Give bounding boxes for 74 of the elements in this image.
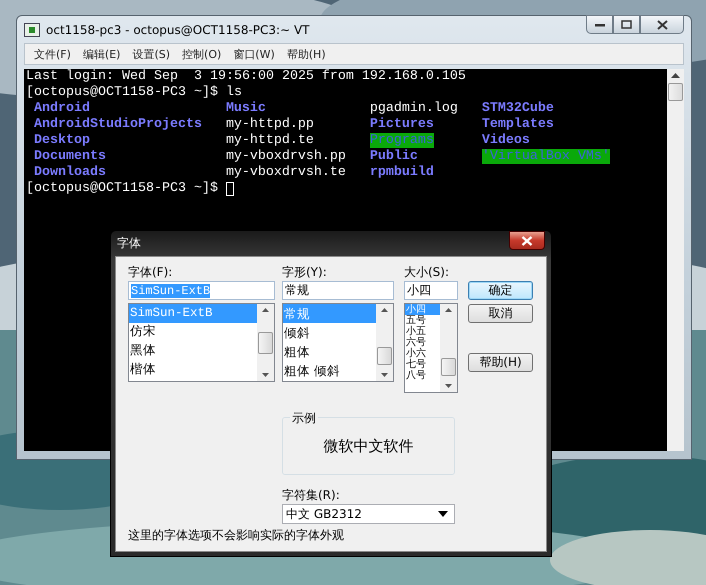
menu-item[interactable]: 设置(S)	[127, 46, 176, 62]
field-label: 字体(F):	[128, 264, 174, 280]
list-item[interactable]: 楷体	[129, 361, 257, 380]
scroll-thumb[interactable]	[377, 347, 392, 365]
list-item[interactable]: 粗体 倾斜	[283, 361, 376, 380]
list-item[interactable]: 八号	[405, 370, 440, 381]
list-item[interactable]: 小六	[405, 348, 440, 359]
file-entry: pgadmin.log	[370, 101, 458, 116]
file-entry: Public	[370, 149, 418, 164]
file-entry: my-httpd.te	[226, 133, 314, 148]
file-entry: Documents	[34, 149, 106, 164]
terminal-prompt: [octopus@OCT1158-PC3 ~]$	[26, 181, 218, 197]
sample-text: 微软中文软件	[324, 436, 414, 456]
minimize-button[interactable]	[586, 15, 613, 34]
field-label: 字符集(R):	[282, 487, 341, 503]
dropdown-arrow-icon	[438, 511, 448, 517]
file-entry: Videos	[482, 133, 530, 148]
input-field[interactable]: 小四	[404, 281, 458, 300]
list-item[interactable]: 小五	[405, 326, 440, 337]
input-field[interactable]: 常规	[282, 281, 394, 300]
file-entry: Music	[226, 101, 266, 116]
file-entry: Desktop	[34, 133, 90, 148]
cursor	[226, 182, 234, 196]
list-item[interactable]: 仿宋	[129, 323, 257, 342]
file-entry: STM32Cube	[482, 101, 554, 116]
dialog-title: 字体	[116, 235, 142, 252]
terminal-line: Last login: Wed Sep 3 19:56:00 2025 from 192.168.0.105	[26, 69, 467, 85]
menu-item[interactable]: 控制(O)	[177, 46, 226, 62]
file-entry: my-vboxdrvsh.te	[226, 165, 346, 180]
field-label: 字形(Y):	[282, 264, 328, 280]
scroll-thumb[interactable]	[441, 358, 456, 376]
menu-item[interactable]: 编辑(E)	[78, 46, 126, 62]
scroll-thumb[interactable]	[668, 83, 683, 101]
maximize-icon	[621, 20, 632, 29]
file-entry: rpmbuild	[370, 165, 434, 180]
file-entry: 'VirtualBox VMs'	[482, 149, 610, 164]
charset-dropdown[interactable]: 中文 GB2312	[282, 504, 455, 524]
list-item[interactable]: 倾斜	[283, 323, 376, 342]
terminal-line: [octopus@OCT1158-PC3 ~]$ ls	[26, 85, 243, 101]
menu-item[interactable]: 窗口(W)	[228, 46, 280, 62]
list-item[interactable]: 六号	[405, 337, 440, 348]
dialog-button[interactable]: 确定	[468, 281, 533, 300]
list-item[interactable]: 粗体	[283, 342, 376, 361]
list-item[interactable]: 五号	[405, 315, 440, 326]
window-title: oct1158-pc3 - octopus@OCT1158-PC3:~ VT	[46, 22, 311, 36]
group-label: 示例	[290, 410, 318, 427]
close-button[interactable]	[509, 231, 545, 250]
close-button[interactable]	[640, 15, 684, 34]
list-item[interactable]: 黑体	[129, 342, 257, 361]
list-box[interactable]: SimSun-ExtB 仿宋 黑体 楷体	[128, 303, 275, 382]
list-box[interactable]: 常规 倾斜 粗体 粗体 倾斜	[282, 303, 394, 382]
file-entry: my-vboxdrvsh.pp	[226, 149, 346, 164]
list-box[interactable]: 小四 五号 小五 六号 小六 七号 八号	[404, 303, 458, 393]
close-icon	[656, 20, 668, 30]
file-entry: Android	[34, 101, 90, 116]
menu-item[interactable]: 帮助(H)	[282, 46, 331, 62]
minimize-icon	[594, 22, 604, 26]
dialog-button[interactable]: 取消	[468, 304, 533, 323]
file-entry: my-httpd.pp	[226, 117, 314, 132]
menu-item[interactable]: 文件(F)	[29, 46, 76, 62]
file-entry: AndroidStudioProjects	[34, 117, 202, 132]
file-entry: Templates	[482, 117, 554, 132]
file-entry: Downloads	[34, 165, 106, 180]
terminal-app-icon	[24, 22, 40, 36]
close-icon	[521, 236, 533, 246]
file-entry: Programs	[370, 133, 434, 148]
maximize-button[interactable]	[613, 15, 640, 34]
file-entry: Pictures	[370, 117, 434, 132]
scroll-thumb[interactable]	[258, 332, 273, 354]
dialog-button[interactable]: 帮助(H)	[468, 353, 533, 372]
scrollbar[interactable]	[667, 69, 684, 451]
field-label: 大小(S):	[404, 264, 450, 280]
list-item[interactable]: 七号	[405, 359, 440, 370]
note-text: 这里的字体选项不会影响实际的字体外观	[128, 527, 345, 544]
